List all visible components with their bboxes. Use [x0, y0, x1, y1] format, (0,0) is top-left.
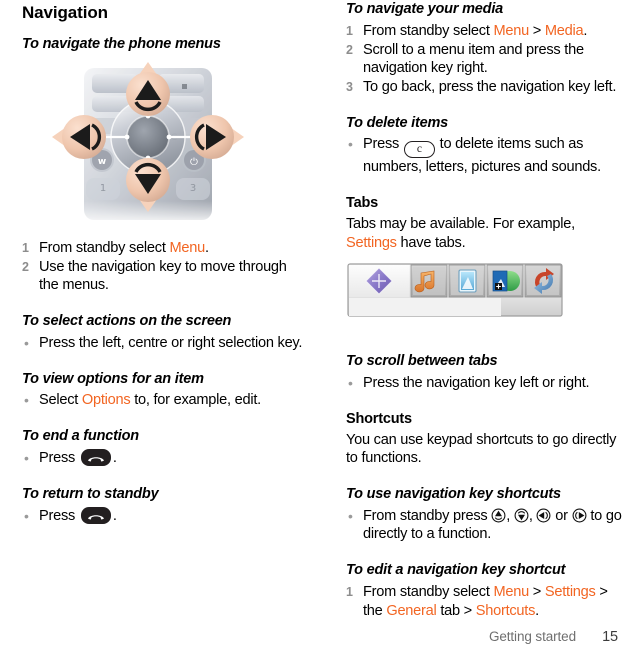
connectivity-tab-icon — [524, 264, 562, 298]
page-number: 15 — [602, 629, 618, 645]
heading-navigate-phone-menus: To navigate the phone menus — [22, 36, 221, 53]
end-call-key-icon — [80, 448, 111, 466]
text-post: have tabs. — [396, 234, 466, 251]
link-settings[interactable]: Settings — [346, 235, 397, 251]
phone-navigation-key-diagram: w ⏻ 1 3 C — [22, 60, 304, 235]
separator: or — [551, 507, 572, 524]
list-item: From standby press , , — [346, 507, 626, 544]
text-post: to, for example, edit. — [130, 392, 261, 409]
music-note-tab-icon — [410, 264, 448, 298]
left-column: Navigation To navigate the phone menus w… — [0, 0, 318, 620]
heading-scroll-between-tabs: To scroll between tabs — [346, 353, 498, 370]
link-media[interactable]: Media — [545, 23, 584, 39]
bullets-view-options: Select Options to, for example, edit. — [22, 391, 304, 410]
heading-navigate-media: To navigate your media — [346, 1, 504, 17]
heading-edit-nav-shortcut: To edit a navigation key shortcut — [346, 562, 566, 579]
steps-edit-nav-shortcut: From standby select Menu > Settings > th… — [346, 583, 626, 620]
list-item: Press . — [22, 506, 304, 526]
bullets-delete-items: Press c to delete items such as numbers,… — [346, 135, 626, 177]
heading-tabs: Tabs — [346, 195, 378, 212]
nav-key-left-icon — [536, 508, 551, 523]
step-text-pre: From standby select — [39, 240, 170, 257]
link-settings[interactable]: Settings — [545, 584, 596, 600]
separator: , — [528, 507, 537, 524]
clear-key-icon: c — [403, 141, 435, 159]
text-pre: From standby press — [363, 507, 492, 524]
nav-key-right-icon — [572, 508, 587, 523]
heading-end-function: To end a function — [22, 428, 139, 445]
bullets-scroll-tabs: Press the navigation key left or right. — [346, 374, 626, 393]
text-post: . — [112, 507, 117, 524]
video-tab-icon — [486, 264, 524, 298]
text-post: . — [112, 449, 117, 466]
list-item: Press . — [22, 448, 304, 468]
text-pre: Press — [39, 507, 79, 524]
separator: > — [528, 22, 545, 39]
link-general[interactable]: General — [386, 603, 436, 619]
end-call-key-icon — [80, 506, 111, 524]
text-pre: Press — [39, 449, 79, 466]
list-item: Press c to delete items such as numbers,… — [346, 135, 626, 177]
right-column: To navigate your media From standby sele… — [318, 0, 636, 620]
step-item: Use the navigation key to move through t… — [22, 258, 304, 295]
nav-callout-right — [190, 115, 244, 160]
heading-view-options: To view options for an item — [22, 370, 204, 387]
list-item: Select Options to, for example, edit. — [22, 391, 304, 410]
page-footer: Getting started 15 — [0, 629, 636, 645]
step-text-post: . — [535, 602, 539, 619]
phone-nav-svg: w ⏻ 1 3 C — [52, 62, 244, 226]
step-item: To go back, press the navigation key lef… — [346, 78, 617, 96]
step-text-pre: From standby select — [363, 583, 494, 600]
nav-key-down-icon — [514, 508, 529, 523]
heading-delete-items: To delete items — [346, 114, 449, 131]
tabs-svg — [347, 263, 563, 317]
step-item: From standby select Menu. — [22, 239, 304, 258]
step-item: Scroll to a menu item and press the navi… — [346, 41, 584, 77]
page-title: Navigation — [22, 3, 108, 22]
text-pre: Press — [363, 136, 403, 153]
bullets-select-actions: Press the left, centre or right selectio… — [22, 334, 304, 353]
tabs-screenshot — [346, 262, 626, 342]
text-pre: Tabs may be available. For example, — [346, 215, 575, 232]
bullets-return-standby: Press . — [22, 506, 304, 526]
text-pre: Select — [39, 392, 82, 409]
two-column-layout: Navigation To navigate the phone menus w… — [0, 0, 636, 620]
heading-return-standby: To return to standby — [22, 485, 159, 502]
heading-shortcuts: Shortcuts — [346, 410, 412, 427]
list-item: Press the left, centre or right selectio… — [22, 334, 304, 353]
steps-navigate-media: From standby select Menu > Media. Scroll… — [346, 22, 626, 97]
bullets-use-nav-shortcuts: From standby press , , — [346, 507, 626, 544]
nav-callout-left — [52, 115, 106, 160]
separator: tab > — [436, 602, 476, 619]
step-text: Use the navigation key to move through t… — [39, 258, 287, 294]
bullets-end-function: Press . — [22, 448, 304, 468]
manual-page: Navigation To navigate the phone menus w… — [0, 0, 636, 653]
step-text-post: . — [583, 22, 588, 39]
separator: , — [506, 507, 514, 524]
step-text-pre: From standby select — [363, 22, 494, 39]
tabs-description: Tabs may be available. For example, Sett… — [346, 215, 626, 252]
step-item: From standby select Menu > Media. — [346, 22, 626, 41]
list-item: Press the navigation key left or right. — [346, 374, 626, 393]
heading-select-actions: To select actions on the screen — [22, 313, 232, 330]
shortcuts-description: You can use keypad shortcuts to go direc… — [346, 431, 617, 467]
heading-use-nav-shortcuts: To use navigation key shortcuts — [346, 485, 561, 502]
link-menu[interactable]: Menu — [493, 584, 529, 600]
link-shortcuts[interactable]: Shortcuts — [476, 603, 536, 619]
steps-navigate-phone-menus: From standby select Menu. Use the naviga… — [22, 239, 304, 295]
pictures-tab-icon — [448, 264, 486, 298]
step-item: From standby select Menu > Settings > th… — [346, 583, 626, 620]
link-menu[interactable]: Menu — [493, 23, 529, 39]
breadcrumb: Getting started — [488, 629, 576, 644]
link-options[interactable]: Options — [82, 392, 131, 408]
nav-key-up-icon — [491, 508, 506, 523]
separator: > — [528, 583, 545, 600]
step-text-post: . — [204, 240, 209, 257]
link-menu[interactable]: Menu — [169, 240, 205, 256]
